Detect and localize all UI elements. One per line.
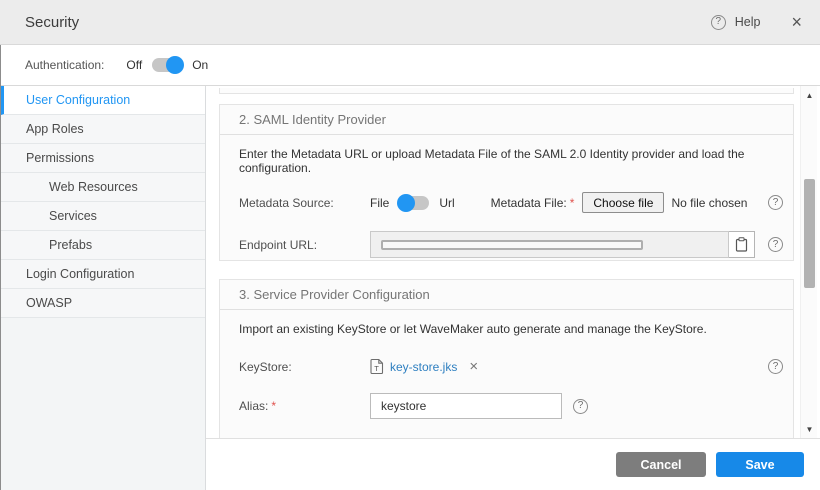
saml-section-description: Enter the Metadata URL or upload Metadat…	[239, 147, 774, 175]
alias-input[interactable]	[370, 393, 562, 419]
sidebar-item-services[interactable]: Services	[1, 202, 205, 231]
security-dialog: Security ? Help × Authentication: Off On…	[0, 0, 820, 489]
sidebar-item-prefabs[interactable]: Prefabs	[1, 231, 205, 260]
metadata-source-label: Metadata Source:	[239, 196, 370, 210]
scroll-down-arrow-icon[interactable]: ▼	[801, 422, 818, 436]
saml-section-title: 2. SAML Identity Provider	[220, 105, 793, 135]
metadata-source-toggle[interactable]	[399, 196, 429, 210]
metadata-help-icon[interactable]: ?	[768, 195, 783, 210]
saml-identity-provider-panel: 2. SAML Identity Provider Enter the Meta…	[219, 104, 794, 261]
service-provider-configuration-panel: 3. Service Provider Configuration Import…	[219, 279, 794, 438]
metadata-file-label-text: Metadata File:	[491, 196, 567, 210]
page-title: Security	[25, 14, 79, 31]
alias-row: Alias:* ?	[220, 393, 793, 419]
vertical-scrollbar: ▲ ▼	[800, 86, 817, 438]
redacted-url-bar	[381, 240, 643, 250]
copy-button[interactable]	[729, 231, 755, 258]
metadata-source-url-option: Url	[439, 196, 454, 210]
sidebar-item-login-configuration[interactable]: Login Configuration	[1, 260, 205, 289]
dialog-header: Security ? Help ×	[0, 0, 820, 45]
metadata-file-label: Metadata File:*	[491, 196, 575, 210]
endpoint-url-input[interactable]	[370, 231, 729, 258]
keystore-help-icon[interactable]: ?	[768, 359, 783, 374]
text-file-icon: T	[370, 358, 384, 375]
alias-label-text: Alias:	[239, 399, 268, 413]
choose-file-button[interactable]: Choose file	[582, 192, 664, 213]
close-icon[interactable]: ×	[791, 13, 802, 31]
svg-text:T: T	[374, 364, 379, 373]
sidebar: User Configuration App Roles Permissions…	[1, 86, 206, 490]
endpoint-help-icon[interactable]: ?	[768, 237, 783, 252]
sidebar-item-web-resources[interactable]: Web Resources	[1, 173, 205, 202]
keystore-row: KeyStore: T key-store.jks × ?	[220, 358, 793, 375]
authentication-label: Authentication:	[25, 58, 104, 72]
keystore-file-link[interactable]: key-store.jks	[390, 360, 457, 374]
metadata-source-file-option: File	[370, 196, 389, 210]
endpoint-url-row: Endpoint URL: ?	[220, 231, 793, 258]
clipboard-icon	[735, 237, 748, 252]
dialog-footer: Cancel Save	[206, 438, 820, 490]
scrollbar-thumb[interactable]	[804, 179, 815, 288]
toggle-knob	[397, 194, 415, 212]
cancel-button[interactable]: Cancel	[616, 452, 706, 477]
authentication-row: Authentication: Off On	[1, 45, 820, 85]
alias-label: Alias:*	[239, 399, 370, 413]
save-button[interactable]: Save	[716, 452, 804, 477]
sidebar-item-user-configuration[interactable]: User Configuration	[1, 86, 205, 115]
auth-off-label: Off	[126, 58, 142, 72]
authentication-toggle[interactable]	[152, 58, 182, 72]
scroll-viewport: 2. SAML Identity Provider Enter the Meta…	[206, 86, 820, 438]
alias-help-icon[interactable]: ?	[573, 399, 588, 414]
auth-on-label: On	[192, 58, 208, 72]
sidebar-item-permissions[interactable]: Permissions	[1, 144, 205, 173]
required-asterisk: *	[271, 399, 276, 413]
required-asterisk: *	[570, 196, 575, 210]
sidebar-item-app-roles[interactable]: App Roles	[1, 115, 205, 144]
help-link[interactable]: Help	[735, 15, 761, 29]
endpoint-url-label: Endpoint URL:	[239, 238, 370, 252]
remove-keystore-icon[interactable]: ×	[469, 359, 478, 374]
file-chosen-status: No file chosen	[671, 196, 747, 210]
help-icon[interactable]: ?	[711, 15, 726, 30]
sp-section-title: 3. Service Provider Configuration	[220, 280, 793, 310]
sp-section-description: Import an existing KeyStore or let WaveM…	[239, 322, 774, 336]
sidebar-item-owasp[interactable]: OWASP	[1, 289, 205, 318]
scroll-up-arrow-icon[interactable]: ▲	[801, 88, 818, 102]
previous-section-edge	[219, 88, 794, 94]
content-area: 2. SAML Identity Provider Enter the Meta…	[206, 86, 820, 490]
keystore-label: KeyStore:	[239, 360, 370, 374]
toggle-knob	[166, 56, 184, 74]
metadata-source-row: Metadata Source: File Url Metadata File:…	[220, 192, 793, 213]
